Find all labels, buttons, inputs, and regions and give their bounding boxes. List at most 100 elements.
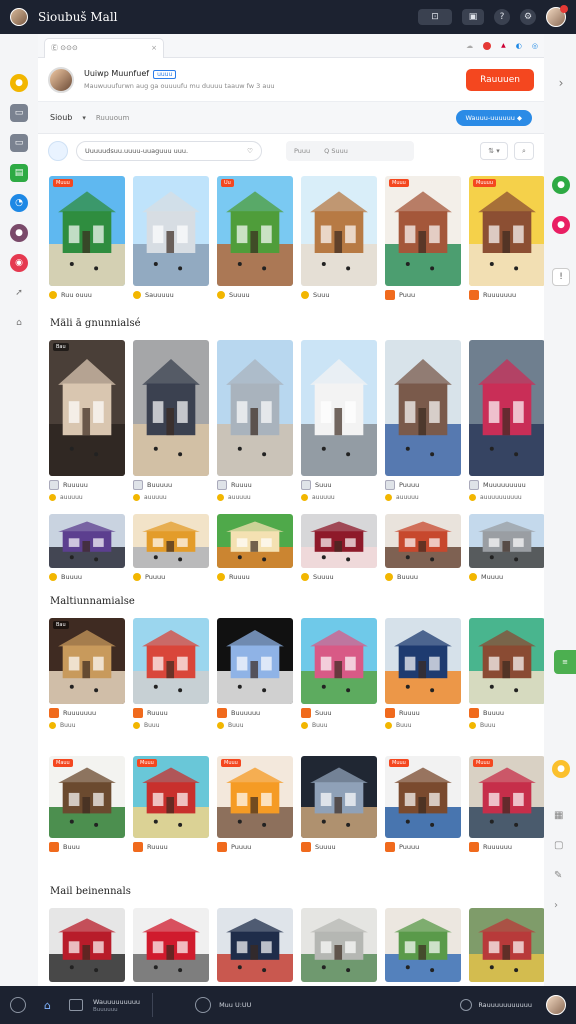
mall-card[interactable]: Suuu auuuuu bbox=[301, 340, 377, 501]
card-thumbnail[interactable] bbox=[385, 514, 461, 568]
heart-icon[interactable]: ♡ bbox=[247, 147, 253, 155]
mall-card[interactable]: Buuuuu auuuuu bbox=[133, 340, 209, 501]
mall-card[interactable] bbox=[133, 908, 209, 982]
card-thumbnail[interactable] bbox=[301, 176, 377, 286]
mall-card[interactable]: Mauu Buuu bbox=[49, 756, 125, 852]
mall-card[interactable] bbox=[301, 908, 377, 982]
mall-card[interactable]: Buuuuuu Buuu bbox=[217, 618, 293, 729]
card-thumbnail[interactable] bbox=[469, 514, 544, 568]
close-icon[interactable]: × bbox=[151, 44, 157, 52]
mall-card[interactable]: Buuuu bbox=[385, 514, 461, 582]
mall-card[interactable]: Bau Ruuuuuuu Buuu bbox=[49, 618, 125, 729]
mall-card[interactable]: Muuuu bbox=[469, 514, 544, 582]
mall-card[interactable]: Sauuuuu bbox=[133, 176, 209, 300]
card-thumbnail[interactable] bbox=[49, 908, 125, 982]
map-icon[interactable] bbox=[48, 141, 68, 161]
message-icon[interactable]: ◔ bbox=[10, 194, 28, 212]
search-circle-icon[interactable] bbox=[460, 999, 473, 1011]
mall-card[interactable]: Muuu Ruuuu bbox=[133, 756, 209, 852]
mall-card[interactable]: Suuuu bbox=[301, 514, 377, 582]
mall-card[interactable]: Ruuuu Buuu bbox=[133, 618, 209, 729]
search-icon[interactable]: ⌕ bbox=[514, 142, 534, 160]
card-thumbnail[interactable]: Muuu bbox=[133, 756, 209, 838]
sub-nav-link[interactable]: Ruuuoum bbox=[96, 114, 129, 122]
layout-button[interactable]: ▣ bbox=[462, 9, 484, 25]
app-avatar[interactable] bbox=[10, 8, 28, 26]
card-thumbnail[interactable]: Muuu bbox=[469, 756, 544, 838]
bottom-avatar[interactable] bbox=[546, 995, 566, 1015]
card-thumbnail[interactable] bbox=[385, 618, 461, 704]
tv-icon[interactable]: ▭ bbox=[10, 104, 28, 122]
chevron-right-icon-2[interactable]: › bbox=[554, 900, 558, 911]
mall-card[interactable]: Muuu Ruuuuuu bbox=[469, 756, 544, 852]
card-thumbnail[interactable] bbox=[469, 618, 544, 704]
lightbulb-icon[interactable]: ● bbox=[552, 760, 570, 778]
clock-icon[interactable] bbox=[195, 997, 212, 1013]
image-icon[interactable] bbox=[68, 999, 83, 1011]
cloud-icon[interactable]: ☁ bbox=[466, 42, 473, 50]
grid-icon[interactable]: ▦ bbox=[554, 810, 563, 821]
card-thumbnail[interactable] bbox=[133, 908, 209, 982]
mall-card[interactable]: Bau Ruuuuu auuuuu bbox=[49, 340, 125, 501]
mall-card[interactable]: Suuuu bbox=[301, 756, 377, 852]
user-avatar[interactable] bbox=[546, 5, 568, 27]
card-thumbnail[interactable] bbox=[217, 514, 293, 568]
record-icon[interactable]: ◉ bbox=[10, 254, 28, 272]
home-icon[interactable] bbox=[10, 997, 26, 1013]
card-thumbnail[interactable] bbox=[301, 514, 377, 568]
mall-card[interactable]: Buuuu Buuu bbox=[469, 618, 544, 729]
card-thumbnail[interactable] bbox=[217, 340, 293, 476]
mall-card[interactable]: Suuu Buuu bbox=[301, 618, 377, 729]
profile-icon[interactable]: ● bbox=[10, 224, 28, 242]
share-icon[interactable]: ◎ bbox=[532, 42, 538, 50]
card-thumbnail[interactable] bbox=[217, 618, 293, 704]
search-input[interactable]: Uuuuudsuu.uuuu-uuaguuu uuu. ♡ bbox=[76, 141, 262, 161]
mall-card[interactable] bbox=[217, 908, 293, 982]
window-button[interactable]: ⊡ bbox=[418, 9, 452, 25]
card-thumbnail[interactable]: Uu bbox=[217, 176, 293, 286]
card-thumbnail[interactable] bbox=[469, 908, 544, 982]
card-thumbnail[interactable] bbox=[385, 908, 461, 982]
copy-icon[interactable]: ▢ bbox=[554, 840, 563, 851]
card-thumbnail[interactable] bbox=[133, 340, 209, 476]
filter-select[interactable]: Puuu Q Suuu bbox=[286, 141, 414, 161]
lock-icon[interactable]: ⌂ bbox=[44, 999, 51, 1012]
book-icon[interactable]: ▤ bbox=[10, 164, 28, 182]
edit-icon[interactable]: ✎ bbox=[554, 870, 562, 881]
mall-card[interactable] bbox=[49, 908, 125, 982]
profile-avatar[interactable] bbox=[48, 66, 74, 93]
mall-card[interactable]: Muuu Puuu bbox=[385, 176, 461, 300]
card-thumbnail[interactable] bbox=[301, 908, 377, 982]
filter-pill-button[interactable]: Wauuu-uuuuuu ◆ bbox=[455, 109, 532, 126]
card-thumbnail[interactable]: Muuu bbox=[217, 756, 293, 838]
green-status-icon[interactable]: ● bbox=[552, 176, 570, 194]
card-thumbnail[interactable]: Mauu bbox=[49, 756, 125, 838]
mall-card[interactable]: Puuuu auuuuu bbox=[385, 340, 461, 501]
hat-icon[interactable]: ⌂ bbox=[10, 314, 28, 332]
card-thumbnail[interactable] bbox=[217, 908, 293, 982]
chat-icon[interactable]: ▭ bbox=[10, 134, 28, 152]
mall-card[interactable]: Buuuu bbox=[49, 514, 125, 582]
mall-card[interactable]: Muuu Puuuu bbox=[385, 756, 461, 852]
coin-icon[interactable]: ● bbox=[10, 74, 28, 92]
mall-card[interactable]: Uu Suuuu bbox=[217, 176, 293, 300]
mall-card[interactable]: Puuuu bbox=[133, 514, 209, 582]
settings-icon[interactable]: ⚙ bbox=[520, 9, 536, 25]
card-thumbnail[interactable]: Bau bbox=[49, 340, 125, 476]
browser-tab[interactable]: Ⓔ ⊙⊙⊙ × bbox=[44, 37, 164, 58]
side-tab[interactable]: ≡ bbox=[554, 650, 576, 674]
category-select[interactable]: Sioub bbox=[50, 113, 72, 122]
card-thumbnail[interactable] bbox=[301, 340, 377, 476]
card-thumbnail[interactable]: Muuu bbox=[49, 176, 125, 286]
card-thumbnail[interactable] bbox=[49, 514, 125, 568]
mall-card[interactable] bbox=[469, 908, 544, 982]
chevron-right-icon[interactable]: › bbox=[552, 74, 570, 92]
help-icon[interactable]: ? bbox=[494, 9, 510, 25]
pink-status-icon[interactable]: ● bbox=[552, 216, 570, 234]
alert-icon[interactable]: ! bbox=[552, 268, 570, 286]
card-thumbnail[interactable] bbox=[133, 176, 209, 286]
mall-card[interactable]: Ruuuu auuuuu bbox=[217, 340, 293, 501]
card-thumbnail[interactable]: Muuuu bbox=[469, 176, 544, 286]
flag-icon[interactable]: ▲ bbox=[501, 42, 506, 49]
card-thumbnail[interactable]: Bau bbox=[49, 618, 125, 704]
